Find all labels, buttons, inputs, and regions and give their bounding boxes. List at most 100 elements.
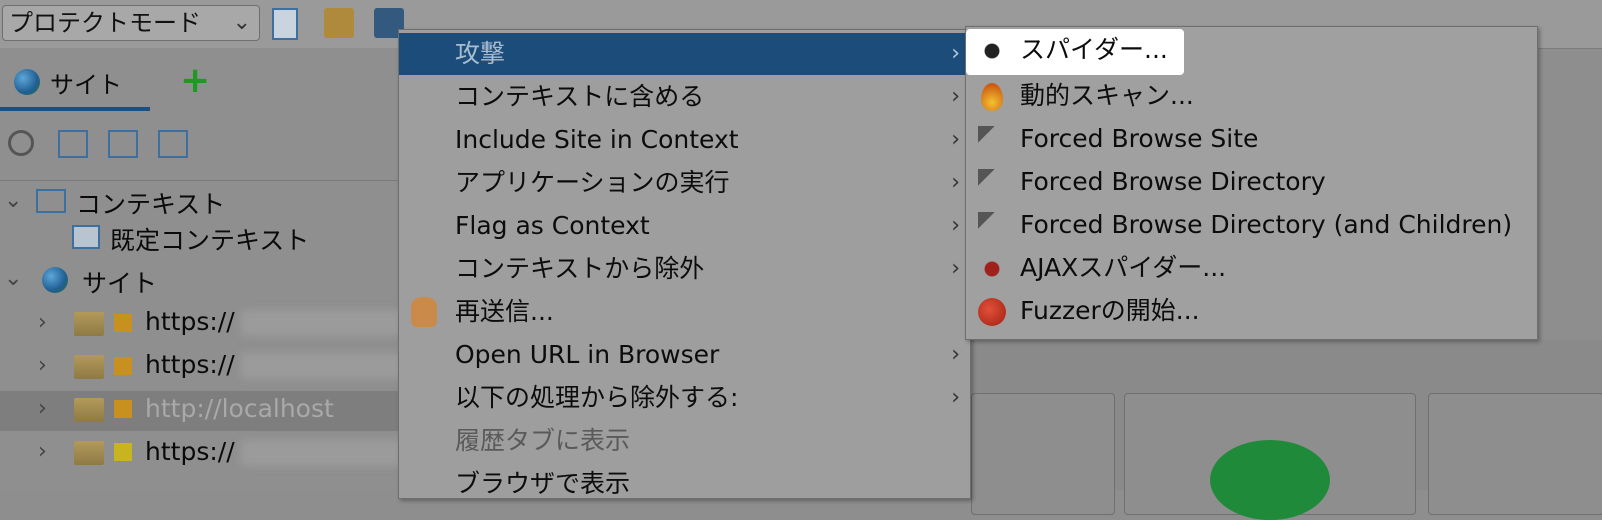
submenu-item-label: スパイダー...: [1020, 35, 1168, 64]
menu-item-show-in-browser[interactable]: ブラウザで表示: [399, 463, 970, 505]
chevron-down-icon: ⌄: [232, 10, 251, 35]
tree-sites-label[interactable]: サイト: [82, 264, 157, 300]
automated-scan-icon: [1210, 440, 1330, 520]
chevron-right-icon[interactable]: ›: [38, 310, 47, 335]
submenu-item-start-fuzzer[interactable]: Fuzzerの開始...: [966, 290, 1537, 332]
menu-item-label: コンテキストから除外: [455, 254, 705, 283]
submenu-item-label: Forced Browse Directory (and Children): [1020, 210, 1513, 239]
hammer-icon: [978, 169, 1006, 197]
submenu-item-ajax-spider[interactable]: AJAXスパイダー...: [966, 247, 1537, 289]
menu-item-label: アプリケーションの実行: [455, 168, 730, 197]
menu-item-label: ブラウザで表示: [455, 469, 631, 498]
tab-active-indicator: [0, 107, 150, 111]
menu-item-run-application[interactable]: アプリケーションの実行 ›: [399, 162, 970, 204]
chevron-down-icon[interactable]: ⌄: [4, 266, 22, 291]
redacted-text: [240, 353, 411, 379]
redacted-text: [240, 310, 411, 336]
menu-item-exclude-from-processing[interactable]: 以下の処理から除外する: ›: [399, 377, 970, 419]
globe-icon: [42, 267, 68, 293]
folder-lock-icon: [74, 441, 104, 465]
open-session-icon[interactable]: [324, 8, 354, 38]
site-node[interactable]: https://: [145, 350, 411, 379]
menu-item-include-in-context[interactable]: コンテキストに含める ›: [399, 76, 970, 118]
flag-icon: [114, 400, 132, 418]
divider: [0, 180, 400, 181]
site-node-url: https://: [145, 307, 235, 336]
menu-item-label: 以下の処理から除外する:: [455, 383, 739, 412]
chevron-right-icon: ›: [951, 213, 960, 238]
site-node-localhost[interactable]: http://localhost: [145, 394, 334, 423]
globe-icon: [14, 69, 40, 95]
spider-icon: [978, 37, 1006, 65]
red-spider-icon: [978, 255, 1006, 283]
menu-item-show-in-history-tab: 履歴タブに表示: [399, 420, 970, 462]
chevron-right-icon: ›: [951, 84, 960, 109]
submenu-item-label: AJAXスパイダー...: [1020, 253, 1227, 282]
hammer-icon: [978, 126, 1006, 154]
tree-contexts-label[interactable]: コンテキスト: [76, 185, 225, 221]
menu-item-resend[interactable]: 再送信...: [399, 291, 970, 333]
hand-icon: [411, 297, 437, 327]
site-node-url: https://: [145, 350, 235, 379]
submenu-item-forced-browse-directory-children[interactable]: Forced Browse Directory (and Children): [966, 204, 1537, 246]
site-node-url: https://: [145, 437, 235, 466]
chevron-right-icon[interactable]: ›: [38, 439, 47, 464]
menu-item-open-url-in-browser[interactable]: Open URL in Browser ›: [399, 334, 970, 376]
flag-icon: [114, 443, 132, 461]
chevron-right-icon: ›: [951, 127, 960, 152]
menu-item-flag-as-context[interactable]: Flag as Context ›: [399, 205, 970, 247]
menu-item-label: Include Site in Context: [455, 125, 739, 154]
import-context-icon[interactable]: [108, 130, 138, 158]
chevron-right-icon: ›: [951, 385, 960, 410]
context-menu: 攻撃 › コンテキストに含める › Include Site in Contex…: [398, 29, 971, 499]
contexts-icon: [36, 189, 66, 213]
new-context-icon[interactable]: [58, 130, 88, 158]
mode-select-value: プロテクトモード: [9, 9, 201, 37]
fuzzer-icon: [978, 298, 1006, 326]
mode-select[interactable]: プロテクトモード ⌄: [2, 5, 260, 41]
quick-start-card[interactable]: [1428, 393, 1602, 515]
chevron-down-icon[interactable]: ⌄: [4, 188, 22, 213]
chevron-right-icon: ›: [951, 342, 960, 367]
quick-start-card[interactable]: [971, 393, 1115, 515]
chevron-right-icon: ›: [951, 170, 960, 195]
menu-item-include-site-in-context[interactable]: Include Site in Context ›: [399, 119, 970, 161]
folder-lock-icon: [74, 355, 104, 379]
submenu-item-label: Forced Browse Directory: [1020, 167, 1326, 196]
target-icon[interactable]: [8, 130, 34, 156]
chevron-right-icon: ›: [951, 41, 960, 66]
redacted-text: [240, 440, 411, 466]
menu-item-label: 再送信...: [455, 297, 554, 326]
menu-item-label: Flag as Context: [455, 211, 650, 240]
submenu-item-forced-browse-site[interactable]: Forced Browse Site: [966, 118, 1537, 160]
submenu-item-forced-browse-directory[interactable]: Forced Browse Directory: [966, 161, 1537, 203]
site-node[interactable]: https://: [145, 307, 411, 336]
chevron-right-icon[interactable]: ›: [38, 353, 47, 378]
menu-item-attack[interactable]: 攻撃 ›: [399, 33, 970, 75]
submenu-item-label: Fuzzerの開始...: [1020, 296, 1200, 325]
submenu-item-label: 動的スキャン...: [1020, 81, 1194, 110]
menu-item-label: 履歴タブに表示: [455, 426, 631, 455]
attack-submenu: スパイダー... 動的スキャン... Forced Browse Site Fo…: [965, 26, 1538, 340]
submenu-item-active-scan[interactable]: 動的スキャン...: [966, 75, 1537, 117]
folder-target-icon: [74, 398, 104, 422]
folder-lock-icon: [74, 312, 104, 336]
tab-sites-label: サイト: [50, 71, 122, 99]
plus-icon[interactable]: +: [180, 63, 210, 99]
flag-icon: [114, 357, 132, 375]
new-session-icon[interactable]: [272, 8, 298, 40]
menu-item-exclude-from-context[interactable]: コンテキストから除外 ›: [399, 248, 970, 290]
hammer-icon: [978, 212, 1006, 240]
flag-icon: [114, 314, 132, 332]
tab-sites[interactable]: サイト: [0, 55, 150, 111]
menu-item-label: コンテキストに含める: [455, 82, 705, 111]
submenu-item-spider[interactable]: スパイダー...: [966, 29, 1537, 75]
export-context-icon[interactable]: [158, 130, 188, 158]
site-node[interactable]: https://: [145, 437, 411, 466]
tree-default-context[interactable]: 既定コンテキスト: [110, 221, 309, 257]
chevron-right-icon: ›: [951, 256, 960, 281]
menu-item-label: Open URL in Browser: [455, 340, 720, 369]
menu-item-label: 攻撃: [455, 39, 506, 68]
flame-icon: [981, 83, 1003, 111]
chevron-right-icon[interactable]: ›: [38, 396, 47, 421]
